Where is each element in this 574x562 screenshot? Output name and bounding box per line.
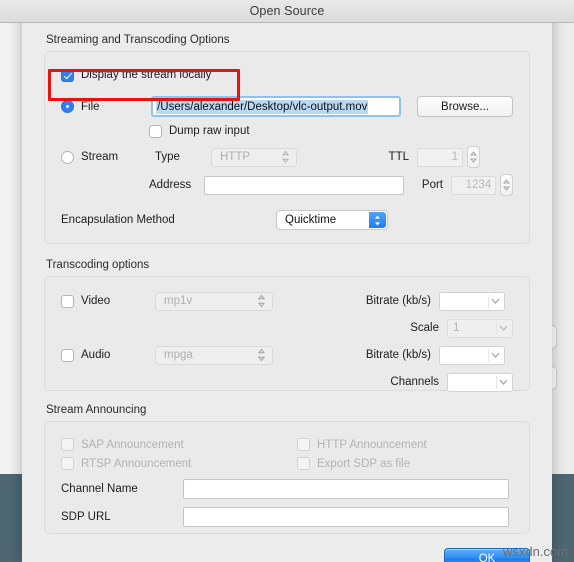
- video-codec-popup[interactable]: mp1v: [155, 291, 273, 311]
- updown-arrows-icon: [257, 348, 266, 362]
- port-input[interactable]: 1234: [451, 175, 497, 195]
- open-source-dialog: Open Source Streaming and Transcoding Op…: [0, 0, 574, 562]
- updown-arrows-icon: [369, 212, 386, 228]
- type-label: Type: [155, 151, 180, 163]
- file-radio[interactable]: [61, 100, 74, 113]
- channel-name-input[interactable]: [183, 479, 509, 499]
- display-stream-locally-checkbox[interactable]: [61, 68, 74, 82]
- dump-raw-input-label: Dump raw input: [169, 125, 250, 137]
- dialog-title: Open Source: [249, 4, 325, 18]
- updown-arrows-icon: [257, 294, 266, 308]
- section-streaming-label: Streaming and Transcoding Options: [46, 34, 230, 46]
- section-streaming-box: Display the stream locally File /Users/a…: [44, 51, 530, 244]
- video-checkbox[interactable]: [61, 294, 74, 308]
- stream-address-row: Address Port 1234: [61, 174, 513, 196]
- address-input[interactable]: [203, 175, 404, 195]
- sdp-url-label: SDP URL: [61, 511, 111, 523]
- updown-arrows-icon: [281, 150, 290, 164]
- dialog-footer: OK: [44, 548, 530, 562]
- dialog-titlebar: Open Source: [0, 0, 574, 23]
- combo-divider: [488, 348, 489, 362]
- section-transcoding-box: Video mp1v Bitrate (kb/s) Scale 1 Audio …: [44, 276, 530, 392]
- display-locally-row[interactable]: Display the stream locally: [61, 66, 513, 84]
- chevron-down-icon: [491, 295, 500, 307]
- scale-label: Scale: [410, 322, 439, 334]
- ttl-stepper[interactable]: [467, 146, 480, 168]
- dump-raw-input-row[interactable]: Dump raw input: [61, 123, 513, 139]
- export-sdp-checkbox[interactable]: [297, 457, 310, 470]
- scale-row: Scale 1: [61, 318, 513, 338]
- stream-type-row: Stream Type HTTP TTL 1: [61, 146, 513, 168]
- section-streaming: Streaming and Transcoding Options Displa…: [44, 34, 530, 244]
- audio-bitrate-combo[interactable]: [439, 345, 505, 365]
- audio-row: Audio mpga Bitrate (kb/s): [61, 345, 513, 365]
- file-row: File /Users/alexander/Desktop/vlc-output…: [61, 96, 513, 117]
- encapsulation-value: Quicktime: [285, 214, 337, 226]
- audio-checkbox[interactable]: [61, 348, 74, 362]
- scale-value: 1: [453, 322, 460, 334]
- audio-label: Audio: [81, 349, 111, 361]
- stream-type-popup[interactable]: HTTP: [211, 147, 297, 167]
- section-announcing-label: Stream Announcing: [46, 404, 147, 416]
- chevron-down-icon: [499, 376, 508, 388]
- section-announcing-box: SAP Announcement HTTP Announcement RTSP …: [44, 421, 530, 534]
- announce-row-2: RTSP Announcement Export SDP as file: [61, 455, 513, 472]
- port-stepper[interactable]: [500, 174, 513, 196]
- dialog-body: Streaming and Transcoding Options Displa…: [22, 23, 552, 562]
- stream-radio[interactable]: [61, 150, 74, 164]
- sdp-url-input[interactable]: [183, 507, 509, 527]
- http-announcement-checkbox[interactable]: [297, 438, 310, 451]
- video-codec-value: mp1v: [164, 295, 193, 307]
- ttl-value: 1: [451, 151, 458, 163]
- video-row: Video mp1v Bitrate (kb/s): [61, 291, 513, 311]
- encapsulation-row: Encapsulation Method Quicktime: [61, 210, 513, 230]
- audio-bitrate-label: Bitrate (kb/s): [365, 349, 431, 361]
- sdp-url-row: SDP URL: [61, 507, 513, 527]
- port-label: Port: [421, 179, 443, 191]
- file-path-field-wrap: /Users/alexander/Desktop/vlc-output.mov: [151, 96, 401, 117]
- file-radio-label: File: [81, 100, 100, 113]
- encapsulation-popup[interactable]: Quicktime: [276, 210, 388, 230]
- file-path-input[interactable]: /Users/alexander/Desktop/vlc-output.mov: [151, 96, 401, 117]
- ttl-input[interactable]: 1: [417, 147, 463, 167]
- channel-name-row: Channel Name: [61, 479, 513, 499]
- channels-row: Channels: [61, 372, 513, 392]
- video-bitrate-label: Bitrate (kb/s): [365, 295, 431, 307]
- stream-type-value: HTTP: [220, 151, 251, 163]
- combo-divider: [496, 375, 497, 389]
- section-transcoding: Transcoding options Video mp1v Bitrate (…: [44, 259, 530, 392]
- http-announcement-label: HTTP Announcement: [317, 438, 427, 451]
- rtsp-announcement-label: RTSP Announcement: [81, 457, 192, 470]
- address-label: Address: [149, 179, 192, 191]
- audio-codec-popup[interactable]: mpga: [155, 345, 273, 365]
- audio-codec-value: mpga: [164, 349, 193, 361]
- section-announcing: Stream Announcing SAP Announcement HTTP …: [44, 404, 530, 534]
- sap-announcement-checkbox[interactable]: [61, 438, 74, 451]
- combo-divider: [496, 321, 497, 335]
- port-value: 1234: [465, 179, 492, 191]
- chevron-down-icon: [491, 349, 500, 361]
- section-transcoding-label: Transcoding options: [46, 259, 150, 271]
- stream-radio-label: Stream: [81, 151, 119, 163]
- channel-name-label: Channel Name: [61, 483, 138, 495]
- file-path-value: /Users/alexander/Desktop/vlc-output.mov: [156, 99, 369, 114]
- sap-announcement-label: SAP Announcement: [81, 438, 184, 451]
- export-sdp-label: Export SDP as file: [317, 457, 411, 470]
- video-bitrate-combo[interactable]: [439, 291, 505, 311]
- video-label: Video: [81, 295, 111, 307]
- chevron-down-icon: [499, 322, 508, 334]
- announce-row-1: SAP Announcement HTTP Announcement: [61, 436, 513, 453]
- rtsp-announcement-checkbox[interactable]: [61, 457, 74, 470]
- dump-raw-input-checkbox[interactable]: [149, 124, 162, 138]
- channels-combo[interactable]: [447, 372, 513, 392]
- channels-label: Channels: [390, 376, 439, 388]
- browse-button[interactable]: Browse...: [417, 96, 513, 117]
- scale-combo[interactable]: 1: [447, 318, 513, 338]
- watermark: wsxdn.com: [502, 544, 568, 559]
- display-stream-locally-label: Display the stream locally: [81, 69, 212, 81]
- combo-divider: [488, 294, 489, 308]
- encapsulation-label: Encapsulation Method: [61, 214, 175, 226]
- ttl-label: TTL: [388, 151, 409, 163]
